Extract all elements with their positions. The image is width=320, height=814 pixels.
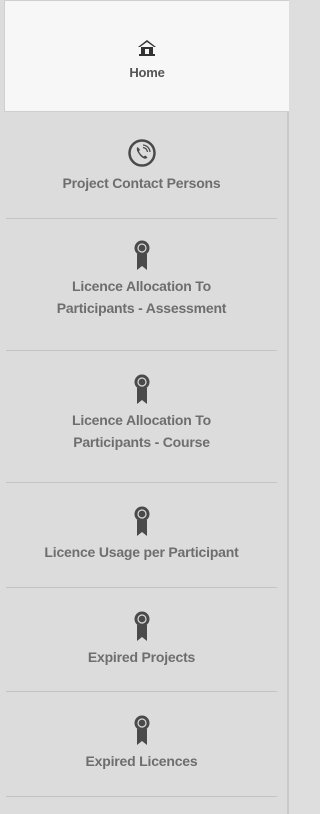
sidebar-item-licence-allocation-assessment[interactable]: Licence Allocation To Participants - Ass…	[6, 219, 277, 350]
award-ribbon-icon	[134, 240, 149, 270]
sidebar-nav: Home Project Contact Persons Licence All…	[0, 0, 289, 814]
sidebar-item-licence-usage-per-participant[interactable]: Licence Usage per Participant	[6, 483, 277, 587]
home-icon	[138, 40, 156, 56]
sidebar-item-home[interactable]: Home	[4, 0, 289, 112]
sidebar-item-project-contact-persons[interactable]: Project Contact Persons	[6, 112, 277, 218]
award-ribbon-icon	[134, 611, 149, 641]
award-ribbon-icon	[134, 715, 149, 745]
phone-icon	[127, 139, 156, 167]
sidebar-item-licence-allocation-course[interactable]: Licence Allocation To Participants - Cou…	[6, 351, 277, 482]
award-ribbon-icon	[134, 506, 149, 536]
sidebar-item-label: Home	[129, 65, 165, 80]
award-ribbon-icon	[134, 374, 149, 404]
sidebar-item-label: Licence Allocation To Participants - Cou…	[72, 412, 211, 450]
divider	[6, 796, 277, 797]
sidebar-item-label: Expired Projects	[87, 649, 196, 665]
sidebar-item-label: Expired Licences	[85, 753, 198, 769]
sidebar-item-label: Project Contact Persons	[62, 175, 221, 191]
sidebar-item-expired-licences[interactable]: Expired Licences	[6, 692, 277, 796]
sidebar-item-expired-projects[interactable]: Expired Projects	[6, 588, 277, 691]
sidebar-item-label: Licence Allocation To Participants - Ass…	[56, 278, 227, 316]
sidebar-item-label: Licence Usage per Participant	[44, 544, 239, 560]
